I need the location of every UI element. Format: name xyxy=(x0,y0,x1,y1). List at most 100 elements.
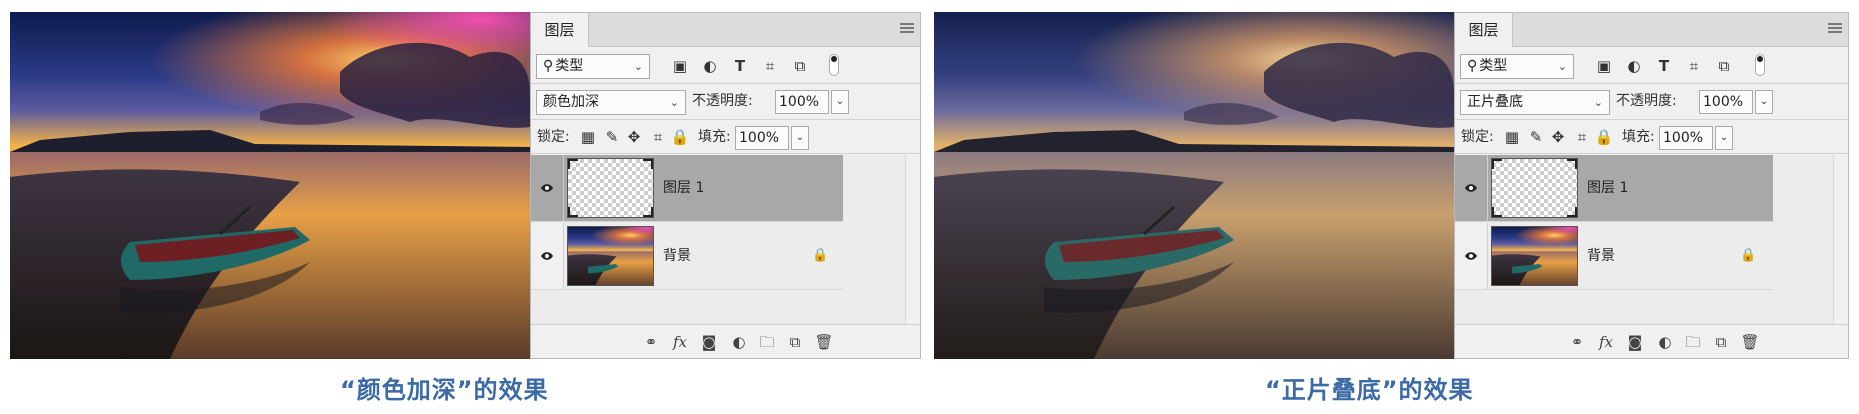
panel-menu-icon[interactable] xyxy=(900,23,914,35)
layers-panel: 图层 ⚲类型 ⌄ ▣ ◐ T ⌗ ⧉ 正片叠底 ⌄ 不透明度: 100% ⌄ xyxy=(1454,12,1849,359)
lock-all-icon[interactable]: 🔒 xyxy=(1595,128,1614,146)
panel-footer: ⚭ fx ◙ ◐ 🗀 ⧉ 🗑 xyxy=(531,324,920,358)
thumbnail-photo xyxy=(568,227,653,285)
layer-thumbnail-photo xyxy=(567,226,654,286)
panel-tabbar: 图层 xyxy=(1455,13,1848,47)
lock-transparent-pixels-icon[interactable]: ▦ xyxy=(579,128,597,146)
image-filter-icon[interactable]: ▣ xyxy=(1595,57,1613,75)
filter-row: ⚲ 类型 ⌄ ▣ ◐ T ⌗ ⧉ xyxy=(1455,48,1848,84)
filter-kind-label: 类型 xyxy=(555,58,584,74)
visibility-column xyxy=(531,155,564,221)
eye-icon[interactable] xyxy=(1464,249,1478,263)
layers-list: 图层 1 背景 🔒 xyxy=(531,155,920,325)
lock-label: 锁定: xyxy=(537,129,570,145)
link-layers-icon[interactable]: ⚭ xyxy=(641,332,661,352)
shape-filter-icon[interactable]: ⌗ xyxy=(761,57,779,75)
new-layer-icon[interactable]: ⧉ xyxy=(1711,332,1731,352)
layer-name: 背景 xyxy=(1587,248,1615,264)
search-icon: ⚲ xyxy=(1467,58,1478,74)
fill-label: 填充: xyxy=(698,129,731,145)
new-group-icon[interactable]: 🗀 xyxy=(757,332,777,352)
lock-artboard-icon[interactable]: ⌗ xyxy=(1573,128,1591,146)
delete-layer-icon[interactable]: 🗑 xyxy=(1740,332,1760,352)
smart-object-filter-icon[interactable]: ⧉ xyxy=(1715,57,1733,75)
fx-icon[interactable]: fx xyxy=(1596,332,1616,352)
add-mask-icon[interactable]: ◙ xyxy=(1625,332,1645,352)
shape-filter-icon[interactable]: ⌗ xyxy=(1685,57,1703,75)
tab-layers[interactable]: 图层 xyxy=(531,13,589,47)
sunset-boat-photo xyxy=(10,12,530,359)
tab-layers[interactable]: 图层 xyxy=(1455,13,1513,47)
layer-row-background[interactable]: 背景 🔒 xyxy=(1455,223,1773,290)
adjustment-filter-icon[interactable]: ◐ xyxy=(701,57,719,75)
opacity-dropdown[interactable]: ⌄ xyxy=(831,90,849,114)
delete-layer-icon[interactable]: 🗑 xyxy=(814,332,834,352)
smart-object-filter-icon[interactable]: ⧉ xyxy=(791,57,809,75)
caption-left: “颜色加深”的效果 xyxy=(340,376,549,404)
fill-dropdown[interactable]: ⌄ xyxy=(1715,126,1733,150)
chevron-down-icon: ⌄ xyxy=(669,96,679,109)
opacity-input[interactable]: 100% xyxy=(775,90,829,114)
caption-right: “正片叠底”的效果 xyxy=(1265,376,1474,404)
blend-mode-select[interactable]: 正片叠底 ⌄ xyxy=(1460,90,1610,115)
filter-kind-label: 类型 xyxy=(1479,58,1508,74)
lock-image-pixels-icon[interactable]: ✎ xyxy=(1527,128,1545,146)
lock-transparent-pixels-icon[interactable]: ▦ xyxy=(1503,128,1521,146)
image-filter-icon[interactable]: ▣ xyxy=(671,57,689,75)
blend-mode-select[interactable]: 颜色加深 ⌄ xyxy=(536,90,686,115)
type-filter-icon[interactable]: T xyxy=(731,57,749,75)
lock-icon: 🔒 xyxy=(812,248,829,263)
panel-tabbar: 图层 xyxy=(531,13,920,47)
layer-row-background[interactable]: 背景 🔒 xyxy=(531,223,843,290)
layers-panel: 图层 ⚲类型 ⌄ ▣ ◐ T ⌗ ⧉ 颜色加深 ⌄ 不透明度: 100% ⌄ xyxy=(530,12,921,359)
layer-name: 背景 xyxy=(663,248,691,264)
adjustment-layer-icon[interactable]: ◐ xyxy=(729,332,749,352)
add-mask-icon[interactable]: ◙ xyxy=(699,332,719,352)
blend-row: 正片叠底 ⌄ 不透明度: 100% ⌄ xyxy=(1455,84,1848,120)
opacity-label: 不透明度: xyxy=(1616,93,1677,109)
layer-thumbnail-photo xyxy=(1491,226,1578,286)
layers-list: 图层 1 背景 🔒 xyxy=(1455,155,1848,325)
panel-menu-icon[interactable] xyxy=(1828,23,1842,35)
opacity-dropdown[interactable]: ⌄ xyxy=(1755,90,1773,114)
opacity-input[interactable]: 100% xyxy=(1699,90,1753,114)
lock-all-icon[interactable]: 🔒 xyxy=(671,128,690,146)
adjustment-layer-icon[interactable]: ◐ xyxy=(1655,332,1675,352)
new-group-icon[interactable]: 🗀 xyxy=(1683,332,1703,352)
fill-input[interactable]: 100% xyxy=(1659,126,1713,150)
visibility-column xyxy=(531,223,564,289)
chevron-down-icon: ⌄ xyxy=(633,60,643,73)
layer-name: 图层 1 xyxy=(663,180,705,196)
fx-icon[interactable]: fx xyxy=(670,332,690,352)
visibility-column xyxy=(1455,223,1488,289)
blend-mode-value: 正片叠底 xyxy=(1467,94,1523,110)
sunset-boat-photo xyxy=(934,12,1454,359)
lock-position-icon[interactable]: ✥ xyxy=(1549,128,1567,146)
eye-icon[interactable] xyxy=(1464,181,1478,195)
fill-dropdown[interactable]: ⌄ xyxy=(791,126,809,150)
layers-scrollbar[interactable] xyxy=(1833,155,1848,325)
type-filter-icon[interactable]: T xyxy=(1655,57,1673,75)
layer-row-layer1[interactable]: 图层 1 xyxy=(531,155,843,222)
layers-scrollbar[interactable] xyxy=(905,155,920,325)
lock-row: 锁定: ▦ ✎ ✥ ⌗ 🔒 填充: 100% ⌄ xyxy=(1455,120,1848,154)
visibility-column xyxy=(1455,155,1488,221)
canvas-image xyxy=(934,12,1454,359)
lock-image-pixels-icon[interactable]: ✎ xyxy=(603,128,621,146)
new-layer-icon[interactable]: ⧉ xyxy=(785,332,805,352)
chevron-down-icon: ⌄ xyxy=(1557,60,1567,73)
filter-toggle[interactable] xyxy=(1755,54,1765,76)
eye-icon[interactable] xyxy=(540,181,554,195)
filter-kind-select[interactable]: ⚲ 类型 ⌄ xyxy=(1460,54,1574,79)
lock-position-icon[interactable]: ✥ xyxy=(625,128,643,146)
eye-icon[interactable] xyxy=(540,249,554,263)
filter-kind-select[interactable]: ⚲ 类型 ⌄ xyxy=(536,54,650,79)
comparison-left: 图层 ⚲类型 ⌄ ▣ ◐ T ⌗ ⧉ 颜色加深 ⌄ 不透明度: 100% ⌄ xyxy=(10,12,921,359)
layer-row-layer1[interactable]: 图层 1 xyxy=(1455,155,1773,222)
fill-input[interactable]: 100% xyxy=(735,126,789,150)
filter-toggle[interactable] xyxy=(829,54,839,76)
layer-thumbnail-transparent xyxy=(1491,158,1578,218)
adjustment-filter-icon[interactable]: ◐ xyxy=(1625,57,1643,75)
lock-artboard-icon[interactable]: ⌗ xyxy=(649,128,667,146)
link-layers-icon[interactable]: ⚭ xyxy=(1567,332,1587,352)
